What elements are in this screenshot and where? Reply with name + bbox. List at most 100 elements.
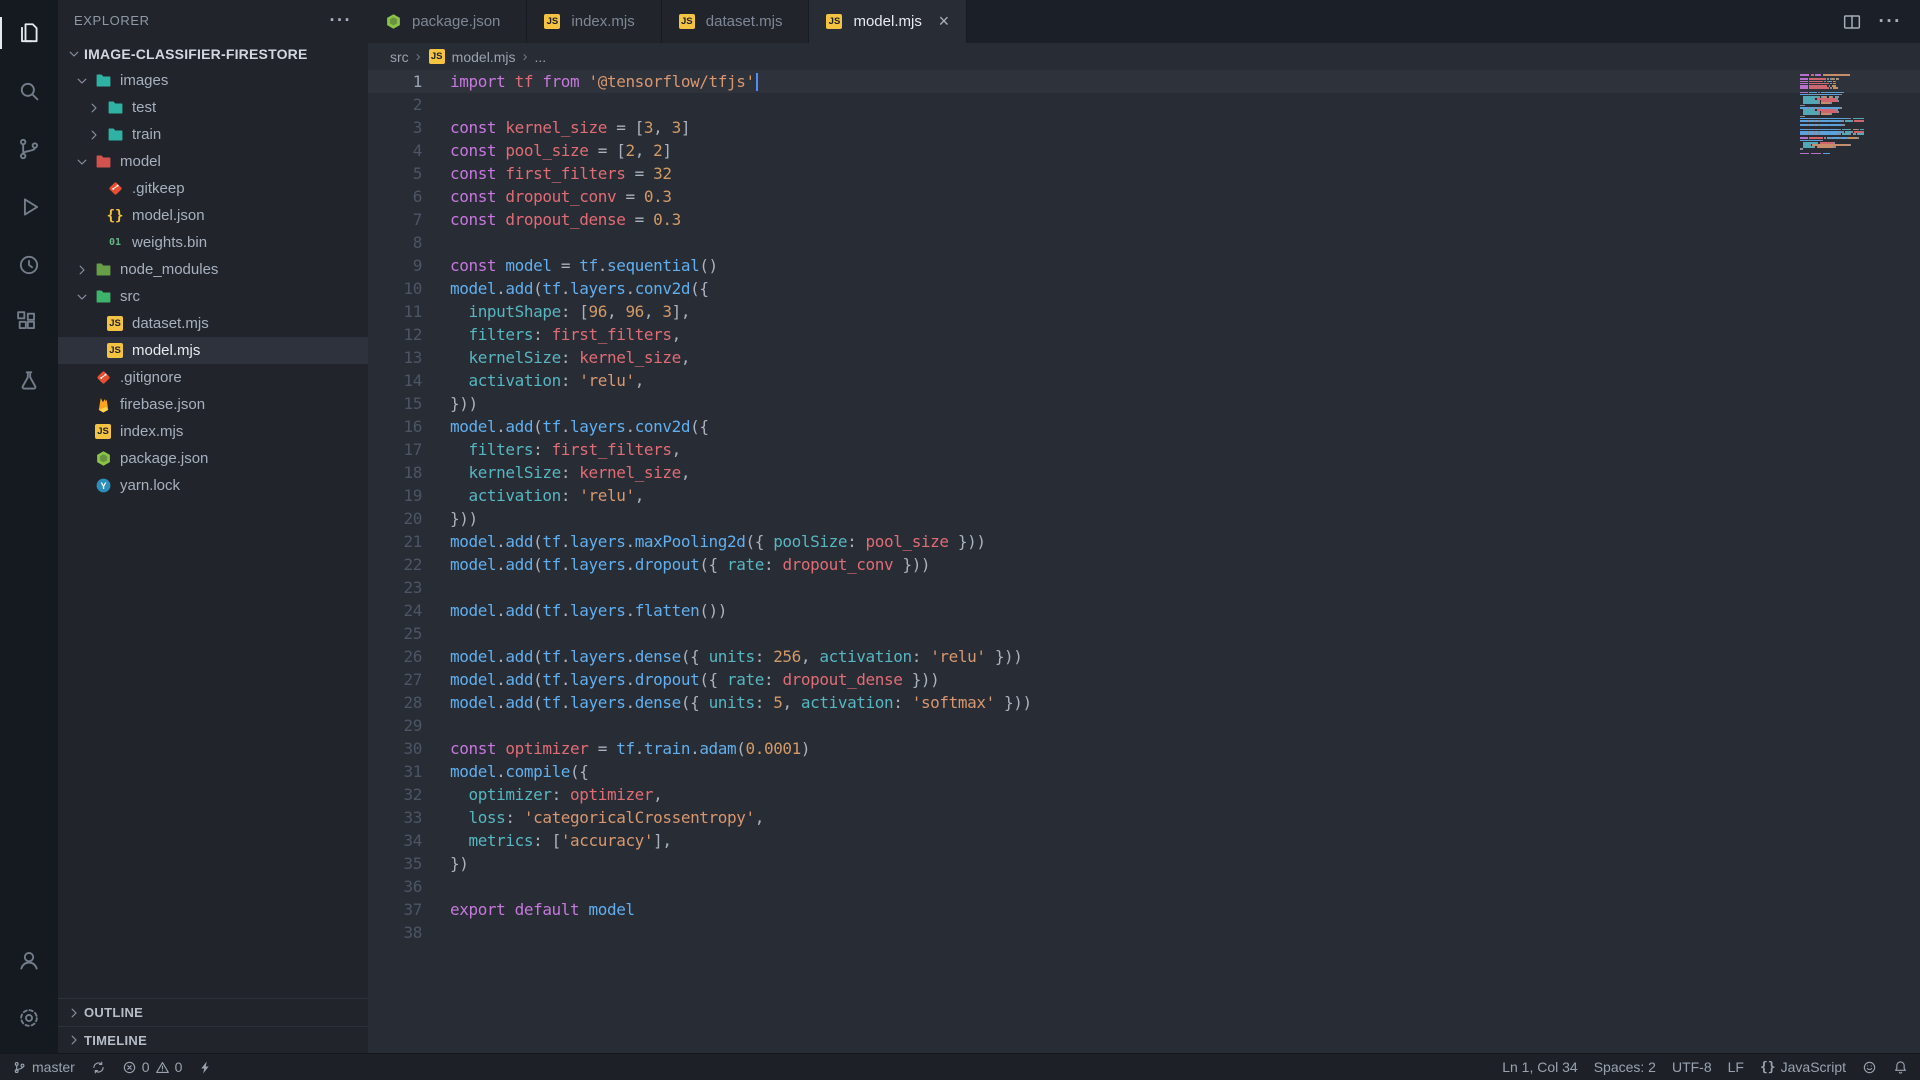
file-index.mjs[interactable]: JSindex.mjs [58,418,368,445]
activity-testing[interactable] [0,352,58,410]
file-firebase.json[interactable]: firebase.json [58,391,368,418]
activity-extensions[interactable] [0,294,58,352]
code-line-29[interactable]: 29 [368,714,1920,737]
more-actions-icon[interactable]: ··· [330,10,352,31]
status-label: LF [1728,1059,1744,1075]
file-model.json[interactable]: {}model.json [58,202,368,229]
code-line-6[interactable]: 6const dropout_conv = 0.3 [368,185,1920,208]
editor[interactable]: 1import tf from '@tensorflow/tfjs'23cons… [368,70,1920,1053]
status-language-mode[interactable]: {}JavaScript [1752,1054,1854,1080]
activity-search[interactable] [0,62,58,120]
code-line-2[interactable]: 2 [368,93,1920,116]
code-line-20[interactable]: 20})) [368,507,1920,530]
code-line-32[interactable]: 32 optimizer: optimizer, [368,783,1920,806]
tree-root-folder[interactable]: IMAGE-CLASSIFIER-FIRESTORE [58,40,368,67]
code-line-14[interactable]: 14 activation: 'relu', [368,369,1920,392]
code-line-37[interactable]: 37export default model [368,898,1920,921]
activity-source-control[interactable] [0,120,58,178]
status-power[interactable] [190,1054,221,1080]
breadcrumb-item[interactable]: src [390,49,409,65]
activity-explorer[interactable] [0,4,58,62]
tab-package.json[interactable]: package.json [368,0,527,43]
file-package.json[interactable]: package.json [58,445,368,472]
code-line-11[interactable]: 11 inputShape: [96, 96, 3], [368,300,1920,323]
code-line-15[interactable]: 15})) [368,392,1920,415]
code-line-30[interactable]: 30const optimizer = tf.train.adam(0.0001… [368,737,1920,760]
line-number: 34 [368,829,422,852]
file-tree: imagestesttrainmodel.gitkeep{}model.json… [58,67,368,998]
status-cursor-position[interactable]: Ln 1, Col 34 [1494,1054,1586,1080]
code-line-27[interactable]: 27model.add(tf.layers.dropout({ rate: dr… [368,668,1920,691]
code-line-25[interactable]: 25 [368,622,1920,645]
code-line-38[interactable]: 38 [368,921,1920,944]
split-editor-icon[interactable] [1841,11,1863,33]
status-indentation[interactable]: Spaces: 2 [1586,1054,1664,1080]
activity-settings[interactable] [0,989,58,1047]
status-bar: master 00 Ln 1, Col 34Spaces: 2UTF-8 LF {}J… [0,1053,1920,1080]
folder-src[interactable]: src [58,283,368,310]
indent-spacer [84,229,104,256]
code-line-26[interactable]: 26model.add(tf.layers.dense({ units: 256… [368,645,1920,668]
status-label: 0 [142,1059,150,1075]
folder-images[interactable]: images [58,67,368,94]
code-line-8[interactable]: 8 [368,231,1920,254]
code-line-35[interactable]: 35}) [368,852,1920,875]
activity-history[interactable] [0,236,58,294]
status-eol[interactable]: LF [1720,1054,1752,1080]
code-line-23[interactable]: 23 [368,576,1920,599]
status-problems[interactable]: 00 [114,1054,191,1080]
more-actions-icon[interactable]: ··· [1879,11,1902,33]
code-text: activation: 'relu', [422,369,644,392]
code-line-28[interactable]: 28model.add(tf.layers.dense({ units: 5, … [368,691,1920,714]
code-line-13[interactable]: 13 kernelSize: kernel_size, [368,346,1920,369]
file-weights.bin[interactable]: 01weights.bin [58,229,368,256]
code-line-17[interactable]: 17 filters: first_filters, [368,438,1920,461]
code-text: model.add(tf.layers.dropout({ rate: drop… [422,553,930,576]
code-line-7[interactable]: 7const dropout_dense = 0.3 [368,208,1920,231]
status-feedback[interactable] [1854,1054,1885,1080]
code-line-3[interactable]: 3const kernel_size = [3, 3] [368,116,1920,139]
code-line-10[interactable]: 10model.add(tf.layers.conv2d({ [368,277,1920,300]
file-yarn.lock[interactable]: Yyarn.lock [58,472,368,499]
status-sync[interactable] [83,1054,114,1080]
code-line-24[interactable]: 24model.add(tf.layers.flatten()) [368,599,1920,622]
file-dataset.mjs[interactable]: JSdataset.mjs [58,310,368,337]
minimap[interactable] [1800,74,1864,157]
status-encoding[interactable]: UTF-8 [1664,1054,1720,1080]
panel-timeline[interactable]: TIMELINE [58,1026,368,1053]
file-model.mjs[interactable]: JSmodel.mjs [58,337,368,364]
code-line-31[interactable]: 31model.compile({ [368,760,1920,783]
file-.gitkeep[interactable]: .gitkeep [58,175,368,202]
code-line-21[interactable]: 21model.add(tf.layers.maxPooling2d({ poo… [368,530,1920,553]
folder-node_modules[interactable]: node_modules [58,256,368,283]
code-line-33[interactable]: 33 loss: 'categoricalCrossentropy', [368,806,1920,829]
folder-train[interactable]: train [58,121,368,148]
js-icon: JS [541,11,563,33]
code-line-22[interactable]: 22model.add(tf.layers.dropout({ rate: dr… [368,553,1920,576]
tab-index.mjs[interactable]: JSindex.mjs [527,0,661,43]
code-line-5[interactable]: 5const first_filters = 32 [368,162,1920,185]
activity-run-and-debug[interactable] [0,178,58,236]
tab-model.mjs[interactable]: JSmodel.mjs× [809,0,966,43]
code-line-12[interactable]: 12 filters: first_filters, [368,323,1920,346]
code-line-19[interactable]: 19 activation: 'relu', [368,484,1920,507]
code-line-9[interactable]: 9const model = tf.sequential() [368,254,1920,277]
tab-dataset.mjs[interactable]: JSdataset.mjs [662,0,810,43]
code-line-36[interactable]: 36 [368,875,1920,898]
folder-model[interactable]: model [58,148,368,175]
file-.gitignore[interactable]: .gitignore [58,364,368,391]
code-line-34[interactable]: 34 metrics: ['accuracy'], [368,829,1920,852]
code-content[interactable]: 1import tf from '@tensorflow/tfjs'23cons… [368,70,1920,1053]
panel-outline[interactable]: OUTLINE [58,999,368,1026]
code-line-18[interactable]: 18 kernelSize: kernel_size, [368,461,1920,484]
folder-test[interactable]: test [58,94,368,121]
close-icon[interactable]: × [934,12,954,32]
breadcrumb-item[interactable]: JSmodel.mjs [428,48,516,66]
breadcrumb-item[interactable]: ... [534,49,546,65]
code-line-1[interactable]: 1import tf from '@tensorflow/tfjs' [368,70,1920,93]
activity-accounts[interactable] [0,931,58,989]
status-notifications[interactable] [1885,1054,1916,1080]
code-line-4[interactable]: 4const pool_size = [2, 2] [368,139,1920,162]
code-line-16[interactable]: 16model.add(tf.layers.conv2d({ [368,415,1920,438]
status-branch[interactable]: master [4,1054,83,1080]
